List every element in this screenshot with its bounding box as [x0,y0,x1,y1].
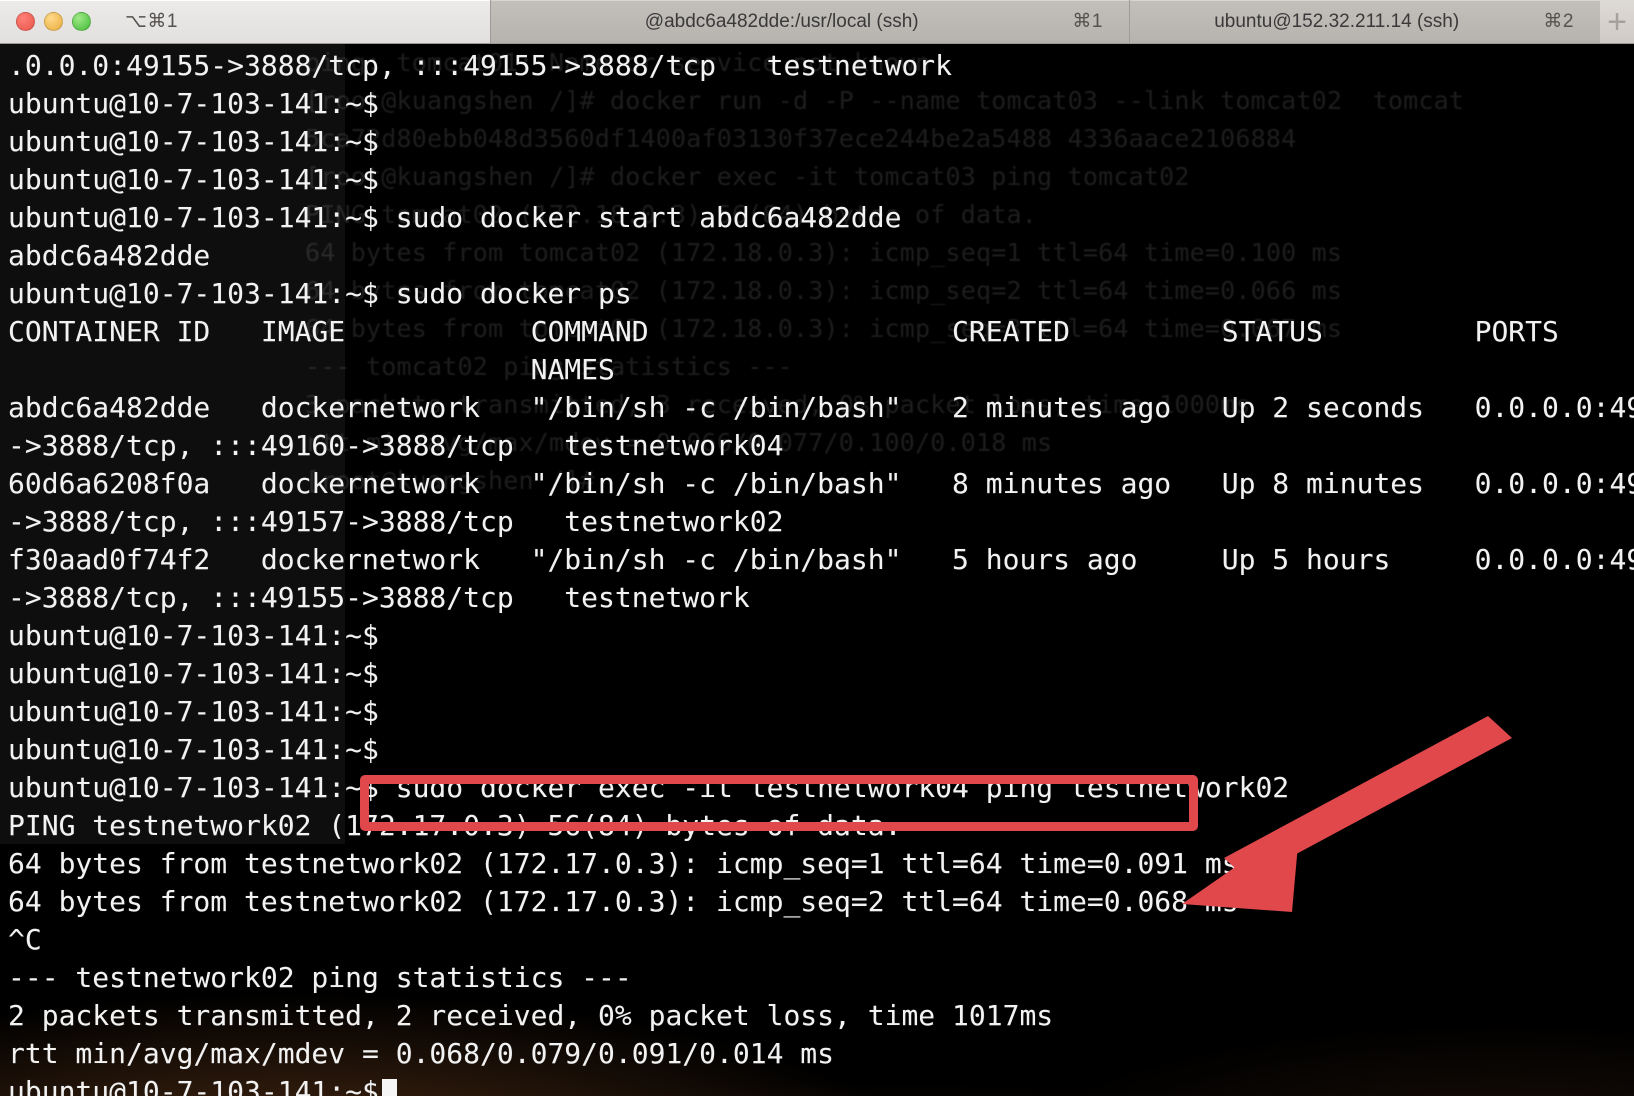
tab-1-shortcut: ⌥⌘1 [125,11,178,32]
new-tab-button[interactable]: + [1600,0,1634,43]
terminal-line: ubuntu@10-7-103-141:~$ sudo docker exec … [8,771,1290,804]
terminal-line: ubuntu@10-7-103-141:~$ [8,87,379,120]
close-window-button[interactable] [16,12,35,31]
terminal-line: ->3888/tcp, :::49157->3888/tcp testnetwo… [8,505,784,538]
terminal-line: ubuntu@10-7-103-141:~$ [8,619,379,652]
terminal-line: NAMES [8,353,615,386]
tab-1[interactable]: ⌥⌘1 [0,0,490,43]
terminal-line: abdc6a482dde dockernetwork "/bin/sh -c /… [8,391,1634,424]
terminal-line: abdc6a482dde [8,239,211,272]
tab-3-title: ubuntu@152.32.211.14 (ssh) [1214,10,1460,32]
terminal-line: 60d6a6208f0a dockernetwork "/bin/sh -c /… [8,467,1634,500]
terminal-line: ubuntu@10-7-103-141:~$ sudo docker start… [8,201,902,234]
terminal-line: 64 bytes from testnetwork02 (172.17.0.3)… [8,847,1239,880]
terminal-line: ubuntu@10-7-103-141:~$ [8,733,379,766]
terminal-line: ubuntu@10-7-103-141:~$ [8,657,379,690]
plus-icon: + [1607,2,1627,41]
tab-3[interactable]: ubuntu@152.32.211.14 (ssh) ⌘2 [1130,0,1600,43]
terminal-line: 2 packets transmitted, 2 received, 0% pa… [8,999,1054,1032]
terminal-line: ubuntu@10-7-103-141:~$ [8,1073,1634,1096]
terminal-line: ->3888/tcp, :::49155->3888/tcp testnetwo… [8,581,750,614]
tab-2[interactable]: @abdc6a482dde:/usr/local (ssh) ⌘1 [491,0,1129,43]
window-controls [0,12,91,31]
terminal-line: ubuntu@10-7-103-141:~$ [8,695,379,728]
tab-2-shortcut: ⌘1 [1072,11,1103,32]
terminal-line: rtt min/avg/max/mdev = 0.068/0.079/0.091… [8,1037,835,1070]
terminal-line: ^C [8,923,42,956]
terminal-line: PING testnetwork02 (172.17.0.3) 56(84) b… [8,809,902,842]
zoom-window-button[interactable] [72,12,91,31]
terminal-line: ubuntu@10-7-103-141:~$ [8,125,379,158]
terminal-output: .0.0.0:49155->3888/tcp, :::49155->3888/t… [0,44,1634,1096]
terminal-line: f30aad0f74f2 dockernetwork "/bin/sh -c /… [8,543,1634,576]
terminal-line: --- testnetwork02 ping statistics --- [8,961,632,994]
terminal-line: ubuntu@10-7-103-141:~$ sudo docker ps [8,277,632,310]
tab-3-shortcut: ⌘2 [1543,11,1574,32]
terminal-line: ->3888/tcp, :::49160->3888/tcp testnetwo… [8,429,784,462]
tab-bar: ⌥⌘1 @abdc6a482dde:/usr/local (ssh) ⌘1 ub… [0,0,1634,44]
terminal-line: 64 bytes from testnetwork02 (172.17.0.3)… [8,885,1239,918]
terminal-cursor [381,1079,397,1096]
terminal-screen[interactable]: ping: tomcat01: Name or service not know… [0,44,1634,1096]
terminal-line: .0.0.0:49155->3888/tcp, :::49155->3888/t… [8,49,953,82]
terminal-line: ubuntu@10-7-103-141:~$ [8,163,379,196]
terminal-line: CONTAINER ID IMAGE COMMAND CREATED STATU… [8,315,1559,348]
tab-2-title: @abdc6a482dde:/usr/local (ssh) [644,10,919,32]
minimize-window-button[interactable] [44,12,63,31]
terminal-window: ⌥⌘1 @abdc6a482dde:/usr/local (ssh) ⌘1 ub… [0,0,1634,1096]
